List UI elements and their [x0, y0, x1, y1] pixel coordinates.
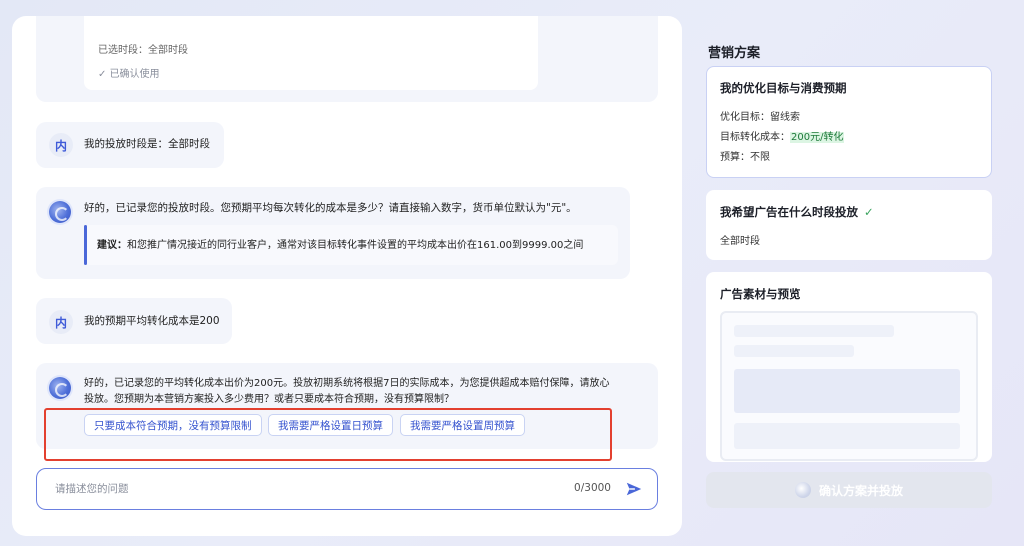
- preview-placeholder: [734, 345, 854, 357]
- user-avatar: 内: [49, 310, 73, 334]
- goal-card-title: 我的优化目标与消费预期: [720, 81, 847, 95]
- suggestion-accent-bar: [84, 225, 87, 265]
- chat-input-box: 0/3000: [36, 468, 658, 510]
- cost-value-highlight: 200元/转化: [790, 132, 845, 143]
- check-icon: ✓: [98, 69, 110, 80]
- preview-placeholder: [734, 369, 960, 413]
- budget-line: 预算：不限: [720, 152, 770, 163]
- period-card[interactable]: [706, 190, 992, 260]
- preview-card-title: 广告素材与预览: [720, 287, 801, 301]
- chat-panel: 已选时段：全部时段 ✓ 已确认使用 内 我的投放时段是：全部时段 好的，已记录您…: [12, 16, 682, 536]
- plan-title: 营销方案: [708, 46, 761, 61]
- opt-goal-line: 优化目标：留线索: [720, 112, 800, 123]
- period-value: 全部时段: [720, 236, 760, 247]
- assistant-logo-icon: [794, 482, 811, 498]
- char-counter: 0/3000: [574, 482, 611, 494]
- confirm-plan-button[interactable]: 确认方案并投放: [706, 472, 992, 508]
- user-avatar: 内: [49, 133, 73, 157]
- preview-placeholder: [734, 325, 894, 337]
- bot-message-text-line1: 好的，已记录您的平均转化成本出价为200元。投放初期系统将根据7日的实际成本，为…: [84, 378, 610, 389]
- highlight-annotation: [44, 408, 612, 461]
- suggestion-text: 建议：和您推广情况接近的同行业客户，通常对该目标转化事件设置的平均成本出价在16…: [97, 240, 584, 251]
- send-icon[interactable]: [625, 480, 643, 498]
- ad-preview-frame: [720, 311, 978, 461]
- selected-period-text: 已选时段：全部时段: [98, 45, 188, 56]
- assistant-avatar-icon: [49, 377, 71, 399]
- confirmed-status: ✓ 已确认使用: [98, 69, 160, 80]
- assistant-avatar-icon: [49, 201, 71, 223]
- chat-input[interactable]: [55, 480, 495, 498]
- target-cost-line: 目标转化成本：200元/转化: [720, 132, 845, 143]
- bot-message-text-line2: 投放。您预期为本营销方案投入多少费用？或者只要成本符合预期，没有预算限制？: [84, 394, 454, 405]
- user-message-text: 我的投放时段是：全部时段: [84, 138, 210, 150]
- check-icon: ✓: [864, 205, 874, 219]
- bot-message-text: 好的，已记录您的投放时段。您预期平均每次转化的成本是多少？请直接输入数字，货币单…: [84, 202, 577, 214]
- preview-placeholder: [734, 423, 960, 449]
- period-card-title: 我希望广告在什么时段投放 ✓: [720, 205, 874, 219]
- chat-history[interactable]: 已选时段：全部时段 ✓ 已确认使用 内 我的投放时段是：全部时段 好的，已记录您…: [12, 16, 682, 464]
- user-message-text: 我的预期平均转化成本是200: [84, 315, 220, 327]
